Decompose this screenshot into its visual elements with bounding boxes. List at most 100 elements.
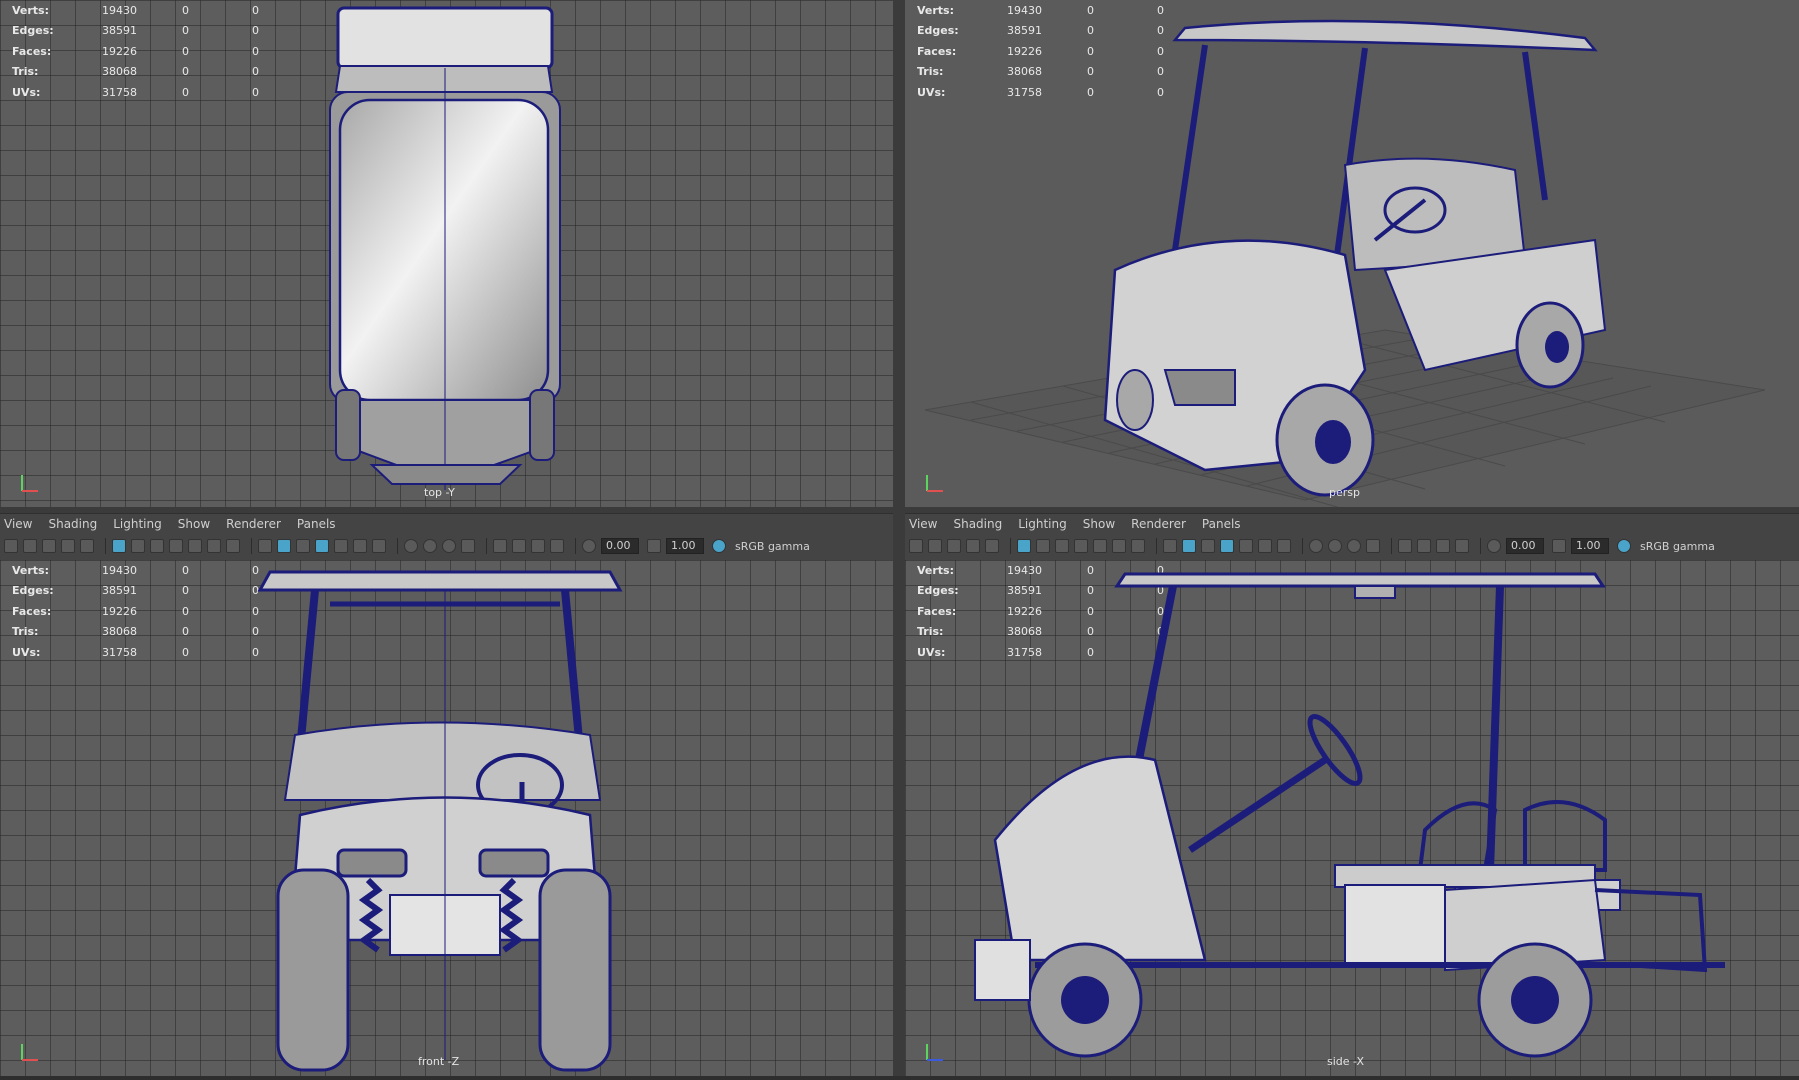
axis-gizmo-icon [21, 1044, 38, 1061]
select-camera-icon[interactable] [909, 539, 923, 553]
toolbar-divider [1480, 538, 1481, 554]
grid-toggle-icon[interactable] [1017, 539, 1031, 553]
bookmark-icon[interactable] [42, 539, 56, 553]
field-chart-icon[interactable] [188, 539, 202, 553]
bookmark-icon[interactable] [947, 539, 961, 553]
safe-title-icon[interactable] [1131, 539, 1145, 553]
menu-lighting[interactable]: Lighting [113, 517, 162, 531]
film-gate-icon[interactable] [131, 539, 145, 553]
textured-icon[interactable] [334, 539, 348, 553]
menu-renderer[interactable]: Renderer [1131, 517, 1186, 531]
lights-icon[interactable] [1258, 539, 1272, 553]
gamma-icon[interactable] [1552, 539, 1566, 553]
wireframe-icon[interactable] [258, 539, 272, 553]
wireframe-icon[interactable] [1163, 539, 1177, 553]
exposure-icon[interactable] [582, 539, 596, 553]
resolution-gate-icon[interactable] [1055, 539, 1069, 553]
camera-attributes-icon[interactable] [928, 539, 942, 553]
depth-of-field-icon[interactable] [461, 539, 475, 553]
wireframe-on-shaded-icon[interactable] [1220, 539, 1234, 553]
menu-view[interactable]: View [909, 517, 937, 531]
safe-action-icon[interactable] [207, 539, 221, 553]
gamma-icon[interactable] [647, 539, 661, 553]
gamma-field[interactable]: 1.00 [1571, 538, 1609, 554]
xray-joints-icon[interactable] [1436, 539, 1450, 553]
shadows-icon[interactable] [372, 539, 386, 553]
smooth-shade-icon[interactable] [277, 539, 291, 553]
toolbar-divider [486, 538, 487, 554]
backface-culling-icon[interactable] [550, 539, 564, 553]
panel-bar-front: View Shading Lighting Show Renderer Pane… [0, 513, 893, 562]
grease-pencil-icon[interactable] [80, 539, 94, 553]
panel-toolbar: 0.00 1.00 sRGB gamma [905, 534, 1799, 558]
menu-panels[interactable]: Panels [1202, 517, 1241, 531]
safe-action-icon[interactable] [1112, 539, 1126, 553]
shadows-icon[interactable] [1277, 539, 1291, 553]
safe-title-icon[interactable] [226, 539, 240, 553]
gamma-field[interactable]: 1.00 [666, 538, 704, 554]
panel-menu: View Shading Lighting Show Renderer Pane… [905, 514, 1799, 534]
ambient-occlusion-icon[interactable] [1309, 539, 1323, 553]
wireframe-on-shaded-icon[interactable] [315, 539, 329, 553]
toolbar-divider [397, 538, 398, 554]
menu-lighting[interactable]: Lighting [1018, 517, 1067, 531]
exposure-field[interactable]: 0.00 [1506, 538, 1544, 554]
viewport-splitter-vertical[interactable] [893, 0, 905, 1080]
exposure-icon[interactable] [1487, 539, 1501, 553]
motion-blur-icon[interactable] [423, 539, 437, 553]
color-management-icon[interactable] [1617, 539, 1631, 553]
grid-toggle-icon[interactable] [112, 539, 126, 553]
image-plane-icon[interactable] [966, 539, 980, 553]
color-management-icon[interactable] [712, 539, 726, 553]
select-camera-icon[interactable] [4, 539, 18, 553]
grease-pencil-icon[interactable] [985, 539, 999, 553]
panel-menu: View Shading Lighting Show Renderer Pane… [0, 514, 893, 534]
camera-attributes-icon[interactable] [23, 539, 37, 553]
backface-culling-icon[interactable] [1455, 539, 1469, 553]
menu-shading[interactable]: Shading [953, 517, 1002, 531]
color-space-label[interactable]: sRGB gamma [1640, 540, 1715, 553]
exposure-field[interactable]: 0.00 [601, 538, 639, 554]
isolate-select-icon[interactable] [493, 539, 507, 553]
toolbar-divider [575, 538, 576, 554]
axis-gizmo-icon [926, 1044, 943, 1061]
menu-shading[interactable]: Shading [48, 517, 97, 531]
field-chart-icon[interactable] [1093, 539, 1107, 553]
menu-view[interactable]: View [4, 517, 32, 531]
lights-icon[interactable] [353, 539, 367, 553]
xray-icon[interactable] [1417, 539, 1431, 553]
isolate-select-icon[interactable] [1398, 539, 1412, 553]
panel-bar-side: View Shading Lighting Show Renderer Pane… [905, 513, 1799, 562]
image-plane-icon[interactable] [61, 539, 75, 553]
default-material-icon[interactable] [1201, 539, 1215, 553]
film-gate-icon[interactable] [1036, 539, 1050, 553]
gate-mask-icon[interactable] [1074, 539, 1088, 553]
menu-show[interactable]: Show [1083, 517, 1115, 531]
viewport-front[interactable]: Verts: 19430 0 0 Edges: 38591 0 0 Faces: 19226 0… [0, 560, 893, 1076]
motion-blur-icon[interactable] [1328, 539, 1342, 553]
anti-aliasing-icon[interactable] [1347, 539, 1361, 553]
golf-cart-persp-wireframe [924, 19, 1766, 507]
xray-joints-icon[interactable] [531, 539, 545, 553]
status-strip [0, 1076, 1799, 1080]
default-material-icon[interactable] [296, 539, 310, 553]
gate-mask-icon[interactable] [169, 539, 183, 553]
golf-cart-front-wireframe [257, 570, 623, 1072]
camera-label-persp: persp [1329, 486, 1360, 499]
axis-gizmo-icon [21, 475, 38, 492]
viewport-side[interactable]: Verts: 19430 0 0 Edges: 38591 0 0 Faces: 19226 0… [905, 560, 1799, 1076]
anti-aliasing-icon[interactable] [442, 539, 456, 553]
viewport-persp[interactable]: Verts: 19430 0 0 Edges: 38591 0 0 Faces: 19226 0… [905, 0, 1799, 507]
panel-toolbar: 0.00 1.00 sRGB gamma [0, 534, 893, 558]
menu-renderer[interactable]: Renderer [226, 517, 281, 531]
ambient-occlusion-icon[interactable] [404, 539, 418, 553]
menu-panels[interactable]: Panels [297, 517, 336, 531]
smooth-shade-icon[interactable] [1182, 539, 1196, 553]
menu-show[interactable]: Show [178, 517, 210, 531]
resolution-gate-icon[interactable] [150, 539, 164, 553]
depth-of-field-icon[interactable] [1366, 539, 1380, 553]
color-space-label[interactable]: sRGB gamma [735, 540, 810, 553]
viewport-top[interactable]: Verts: 19430 0 0 Edges: 38591 0 0 Faces: 19226 0… [0, 0, 893, 507]
xray-icon[interactable] [512, 539, 526, 553]
textured-icon[interactable] [1239, 539, 1253, 553]
